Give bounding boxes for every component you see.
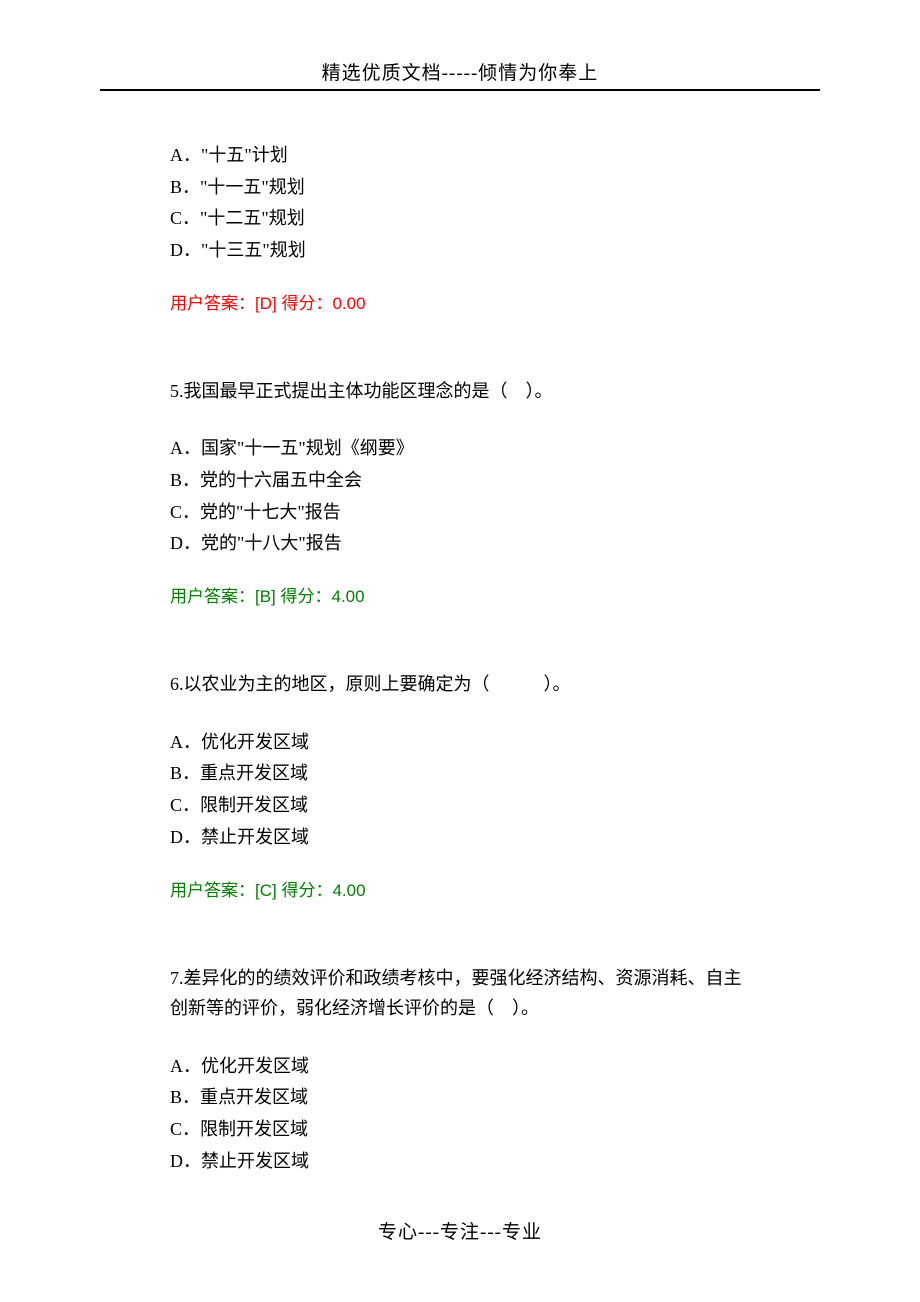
- q7-option-a: A．优化开发区域: [170, 1052, 750, 1082]
- q5-option-c: C．党的"十七大"报告: [170, 498, 750, 528]
- q6-option-a: A．优化开发区域: [170, 728, 750, 758]
- q6-text: 6.以农业为主的地区，原则上要确定为（ ）。: [170, 669, 750, 700]
- q6-answer: 用户答案：[C] 得分：4.00: [170, 877, 750, 905]
- q5-text: 5.我国最早正式提出主体功能区理念的是（ ）。: [170, 376, 750, 407]
- q4-option-b: B．"十一五"规划: [170, 173, 750, 203]
- q4-option-d: D．"十三五"规划: [170, 236, 750, 266]
- q5-option-b: B．党的十六届五中全会: [170, 466, 750, 496]
- q7-option-c: C．限制开发区域: [170, 1115, 750, 1145]
- q6-option-d: D．禁止开发区域: [170, 823, 750, 853]
- q6-option-c: C．限制开发区域: [170, 791, 750, 821]
- q5-answer: 用户答案：[B] 得分：4.00: [170, 583, 750, 611]
- q7-text: 7.差异化的的绩效评价和政绩考核中，要强化经济结构、资源消耗、自主创新等的评价，…: [170, 963, 750, 1024]
- page-header: 精选优质文档-----倾情为你奉上: [0, 0, 920, 85]
- q4-answer: 用户答案：[D] 得分：0.00: [170, 290, 750, 318]
- document-content: A．"十五"计划 B．"十一五"规划 C．"十二五"规划 D．"十三五"规划 用…: [0, 91, 920, 1177]
- q5-option-a: A．国家"十一五"规划《纲要》: [170, 434, 750, 464]
- q6-option-b: B．重点开发区域: [170, 759, 750, 789]
- q4-option-c: C．"十二五"规划: [170, 204, 750, 234]
- page-footer: 专心---专注---专业: [0, 1217, 920, 1244]
- q4-option-a: A．"十五"计划: [170, 141, 750, 171]
- q5-option-d: D．党的"十八大"报告: [170, 529, 750, 559]
- q7-option-b: B．重点开发区域: [170, 1083, 750, 1113]
- q7-option-d: D．禁止开发区域: [170, 1147, 750, 1177]
